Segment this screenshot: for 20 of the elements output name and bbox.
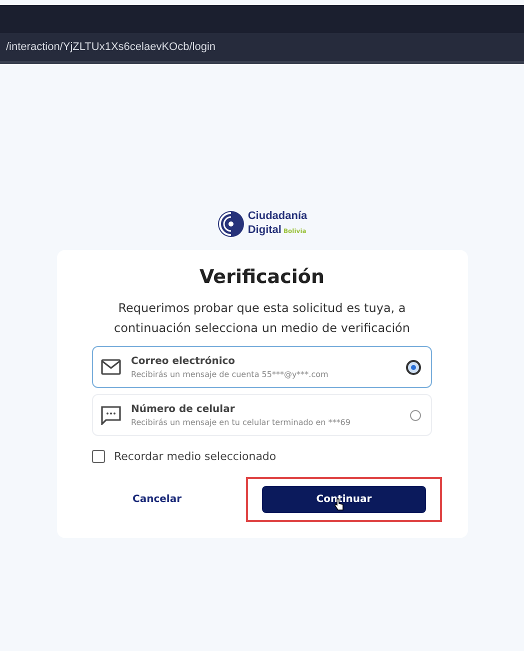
logo-icon [216, 210, 245, 238]
address-bar[interactable]: /interaction/YjZLTUx1Xs6celaevKOcb/login [0, 33, 524, 64]
continue-button[interactable]: Continuar [262, 486, 426, 513]
option-detail: Recibirás un mensaje de cuenta 55***@y***.com [131, 370, 330, 378]
verification-option[interactable]: Correo electrónico Recibirás un mensaje de cuenta 55***@y***.com [92, 346, 432, 388]
card-title: Verificación [200, 266, 324, 288]
envelope-icon [101, 359, 121, 375]
option-detail: Recibirás un mensaje en tu celular terminado en ***69 [131, 418, 352, 426]
chat-bubble-icon [101, 406, 121, 424]
radio-button[interactable] [406, 360, 421, 374]
option-title: Número de celular [131, 404, 236, 414]
cancel-button[interactable]: Cancelar [82, 493, 232, 506]
verification-option[interactable]: Número de celular Recibirás un mensaje en tu celular terminado en ***69 [92, 394, 432, 436]
radio-button[interactable] [410, 410, 421, 420]
checkbox[interactable] [92, 450, 105, 463]
card-description: Requerimos probar que esta solicitud es tuya, a continuación selecciona un medio de verificación [113, 300, 411, 337]
checkbox-label[interactable]: Recordar medio seleccionado [114, 450, 276, 463]
logo-text: Ciudadanía [248, 211, 308, 222]
logo-text: Digital [248, 224, 282, 236]
option-title: Correo electrónico [131, 356, 236, 366]
